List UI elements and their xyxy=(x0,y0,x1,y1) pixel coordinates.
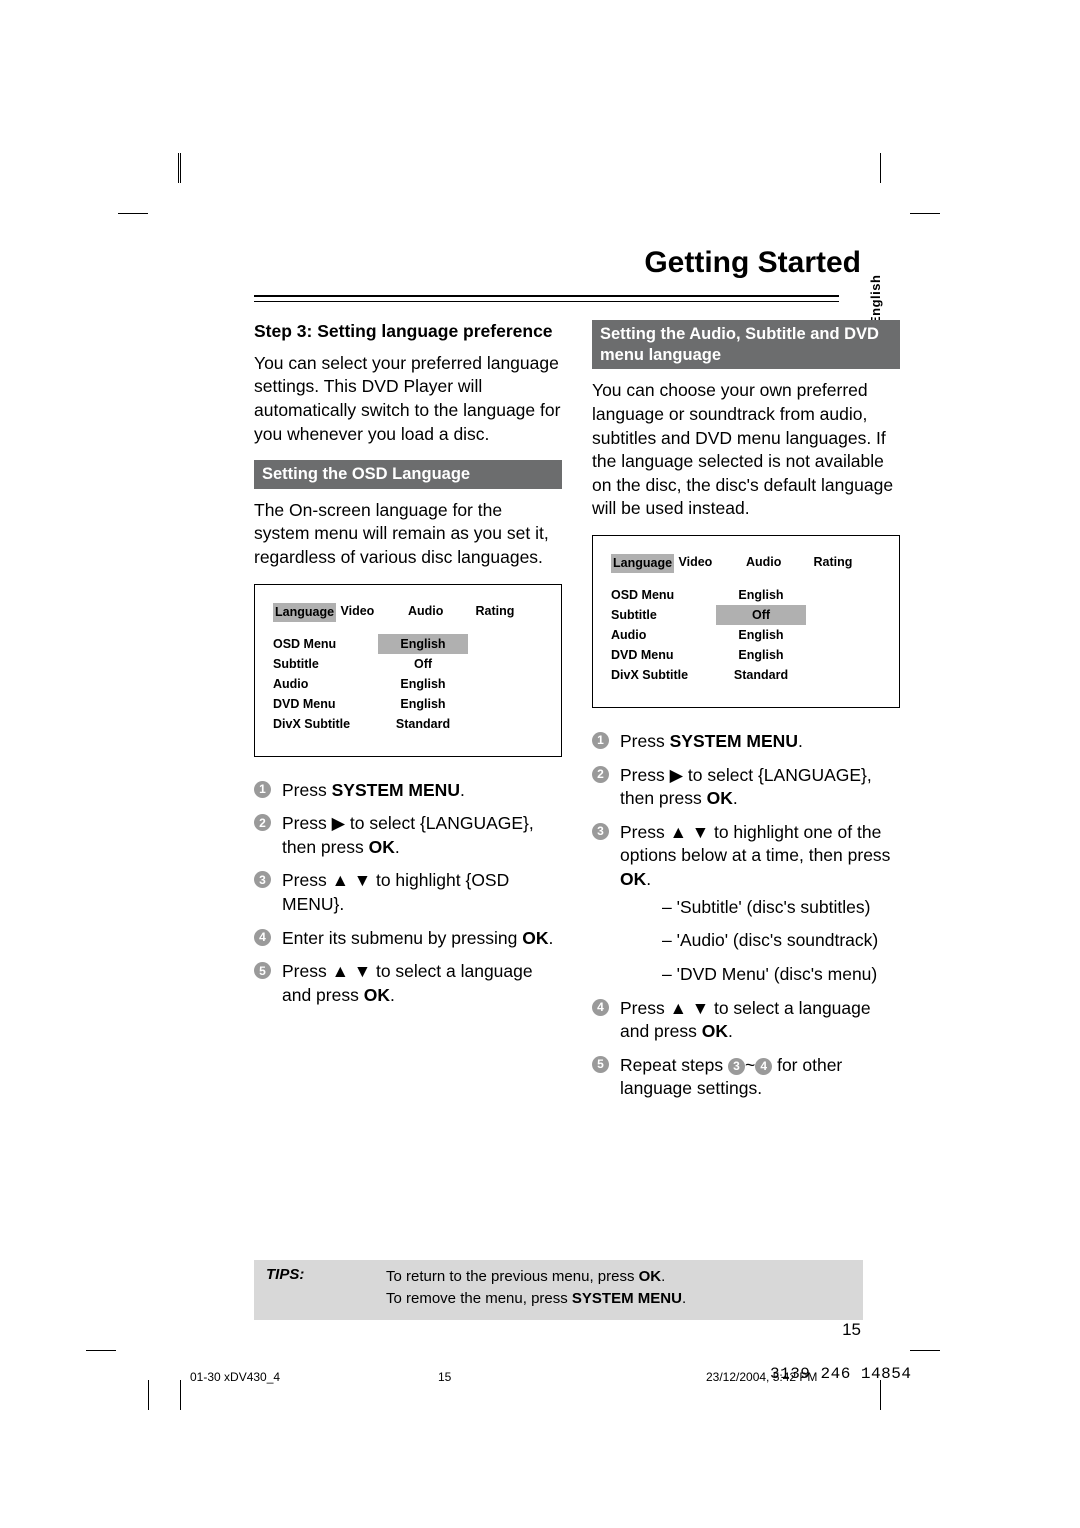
step-subitem: 'Audio' (disc's soundtrack) xyxy=(634,929,900,953)
menu-row-label: Subtitle xyxy=(273,654,378,674)
step-number-icon: 2 xyxy=(254,814,271,831)
footer-page: 15 xyxy=(438,1370,451,1384)
audio-menu-screenshot: LanguageVideoAudioRating OSD MenuEnglish… xyxy=(592,535,900,708)
menu-row-value: English xyxy=(716,625,806,645)
menu-row-value: English xyxy=(378,634,468,654)
page-title: Getting Started xyxy=(644,246,861,280)
step-number-icon: 1 xyxy=(254,781,271,798)
right-column: Setting the Audio, Subtitle and DVD menu… xyxy=(592,320,900,1111)
step-number-icon: 5 xyxy=(254,962,271,979)
menu-row: DVD MenuEnglish xyxy=(273,694,543,714)
menu-row-value: Standard xyxy=(716,665,806,685)
title-rule xyxy=(254,295,839,302)
menu-row-label: OSD Menu xyxy=(611,585,716,605)
step-text: Press ▲ ▼ to select a language and press… xyxy=(620,998,871,1042)
tips-banner: TIPS: To return to the previous menu, pr… xyxy=(254,1260,863,1320)
step-text: Repeat steps 3~4 for other language sett… xyxy=(620,1055,842,1099)
left-column: Step 3: Setting language preference You … xyxy=(254,320,562,1111)
step-number-icon: 5 xyxy=(592,1056,609,1073)
menu-row: DVD MenuEnglish xyxy=(611,645,881,665)
menu-tab: Video xyxy=(679,554,747,573)
footer-serial: 3139 246 14854 xyxy=(770,1365,911,1383)
step-subitem: 'Subtitle' (disc's subtitles) xyxy=(634,896,900,920)
step-text: Press ▲ ▼ to select a language and press… xyxy=(282,961,533,1005)
audio-step-list: 1 Press SYSTEM MENU. 2 Press ▶ to select {L… xyxy=(592,730,900,1101)
menu-row: DivX SubtitleStandard xyxy=(611,665,881,685)
language-tab: English xyxy=(868,275,883,325)
step-item: 1 Press SYSTEM MENU. xyxy=(592,730,900,754)
menu-row-value: English xyxy=(716,585,806,605)
menu-row-value: Standard xyxy=(378,714,468,734)
step-number-icon: 3 xyxy=(592,823,609,840)
step-number-icon: 4 xyxy=(592,999,609,1016)
menu-row-label: DivX Subtitle xyxy=(611,665,716,685)
menu-row-value: English xyxy=(716,645,806,665)
step-item: 4 Enter its submenu by pressing OK. xyxy=(254,927,562,951)
osd-intro: The On-screen language for the system me… xyxy=(254,499,562,570)
step-item: 1 Press SYSTEM MENU. xyxy=(254,779,562,803)
section-band-osd: Setting the OSD Language xyxy=(254,460,562,489)
menu-row-label: OSD Menu xyxy=(273,634,378,654)
step-number-icon: 2 xyxy=(592,766,609,783)
step-item: 2 Press ▶ to select {LANGUAGE}, then pres… xyxy=(592,764,900,811)
step-text: Press ▲ ▼ to highlight one of the option… xyxy=(620,822,890,889)
step-number-icon: 1 xyxy=(592,732,609,749)
menu-row-label: Audio xyxy=(611,625,716,645)
menu-tab: Language xyxy=(273,603,341,622)
step-text: Press SYSTEM MENU. xyxy=(620,731,803,751)
menu-row-value: English xyxy=(378,674,468,694)
menu-row-value: Off xyxy=(378,654,468,674)
menu-row-value: Off xyxy=(716,605,806,625)
menu-row: SubtitleOff xyxy=(273,654,543,674)
menu-row-label: Subtitle xyxy=(611,605,716,625)
page-number: 15 xyxy=(842,1320,861,1340)
step-item: 3 Press ▲ ▼ to highlight {OSD MENU}. xyxy=(254,869,562,916)
tips-line-2: To remove the menu, press SYSTEM MENU. xyxy=(386,1288,851,1310)
step-text: Press SYSTEM MENU. xyxy=(282,780,465,800)
footer-doc-name: 01-30 xDV430_4 xyxy=(190,1370,280,1384)
menu-tab: Audio xyxy=(408,603,476,622)
tips-label: TIPS: xyxy=(266,1266,336,1310)
step-subitem: 'DVD Menu' (disc's menu) xyxy=(634,963,900,987)
step-number-icon: 4 xyxy=(254,929,271,946)
menu-tab: Rating xyxy=(476,603,544,622)
step-text: Enter its submenu by pressing OK. xyxy=(282,928,553,948)
step-item: 3 Press ▲ ▼ to highlight one of the optio… xyxy=(592,821,900,987)
menu-row: SubtitleOff xyxy=(611,605,881,625)
menu-tab: Language xyxy=(611,554,679,573)
menu-row: OSD MenuEnglish xyxy=(611,585,881,605)
menu-tab: Audio xyxy=(746,554,814,573)
step-item: 5 Press ▲ ▼ to select a language and pres… xyxy=(254,960,562,1007)
menu-row-label: Audio xyxy=(273,674,378,694)
step-number-icon: 3 xyxy=(254,871,271,888)
menu-row-label: DVD Menu xyxy=(611,645,716,665)
osd-step-list: 1 Press SYSTEM MENU. 2 Press ▶ to select {L… xyxy=(254,779,562,1008)
menu-row-label: DivX Subtitle xyxy=(273,714,378,734)
audio-intro: You can choose your own preferred langua… xyxy=(592,379,900,521)
menu-row-value: English xyxy=(378,694,468,714)
menu-tab: Video xyxy=(341,603,409,622)
menu-tab: Rating xyxy=(814,554,882,573)
step-item: 2 Press ▶ to select {LANGUAGE}, then pres… xyxy=(254,812,562,859)
section-band-audio: Setting the Audio, Subtitle and DVD menu… xyxy=(592,320,900,369)
intro-paragraph: You can select your preferred language s… xyxy=(254,352,562,447)
osd-menu-screenshot: LanguageVideoAudioRating OSD MenuEnglish… xyxy=(254,584,562,757)
menu-row: DivX SubtitleStandard xyxy=(273,714,543,734)
menu-row: OSD MenuEnglish xyxy=(273,634,543,654)
step-text: Press ▶ to select {LANGUAGE}, then press… xyxy=(282,813,534,857)
step-text: Press ▶ to select {LANGUAGE}, then press… xyxy=(620,765,872,809)
menu-row-label: DVD Menu xyxy=(273,694,378,714)
step-heading: Step 3: Setting language preference xyxy=(254,320,562,344)
step-item: 4 Press ▲ ▼ to select a language and pres… xyxy=(592,997,900,1044)
tips-line-1: To return to the previous menu, press OK… xyxy=(386,1266,851,1288)
menu-row: AudioEnglish xyxy=(611,625,881,645)
step-item: 5 Repeat steps 3~4 for other language set… xyxy=(592,1054,900,1101)
menu-row: AudioEnglish xyxy=(273,674,543,694)
step-text: Press ▲ ▼ to highlight {OSD MENU}. xyxy=(282,870,509,914)
